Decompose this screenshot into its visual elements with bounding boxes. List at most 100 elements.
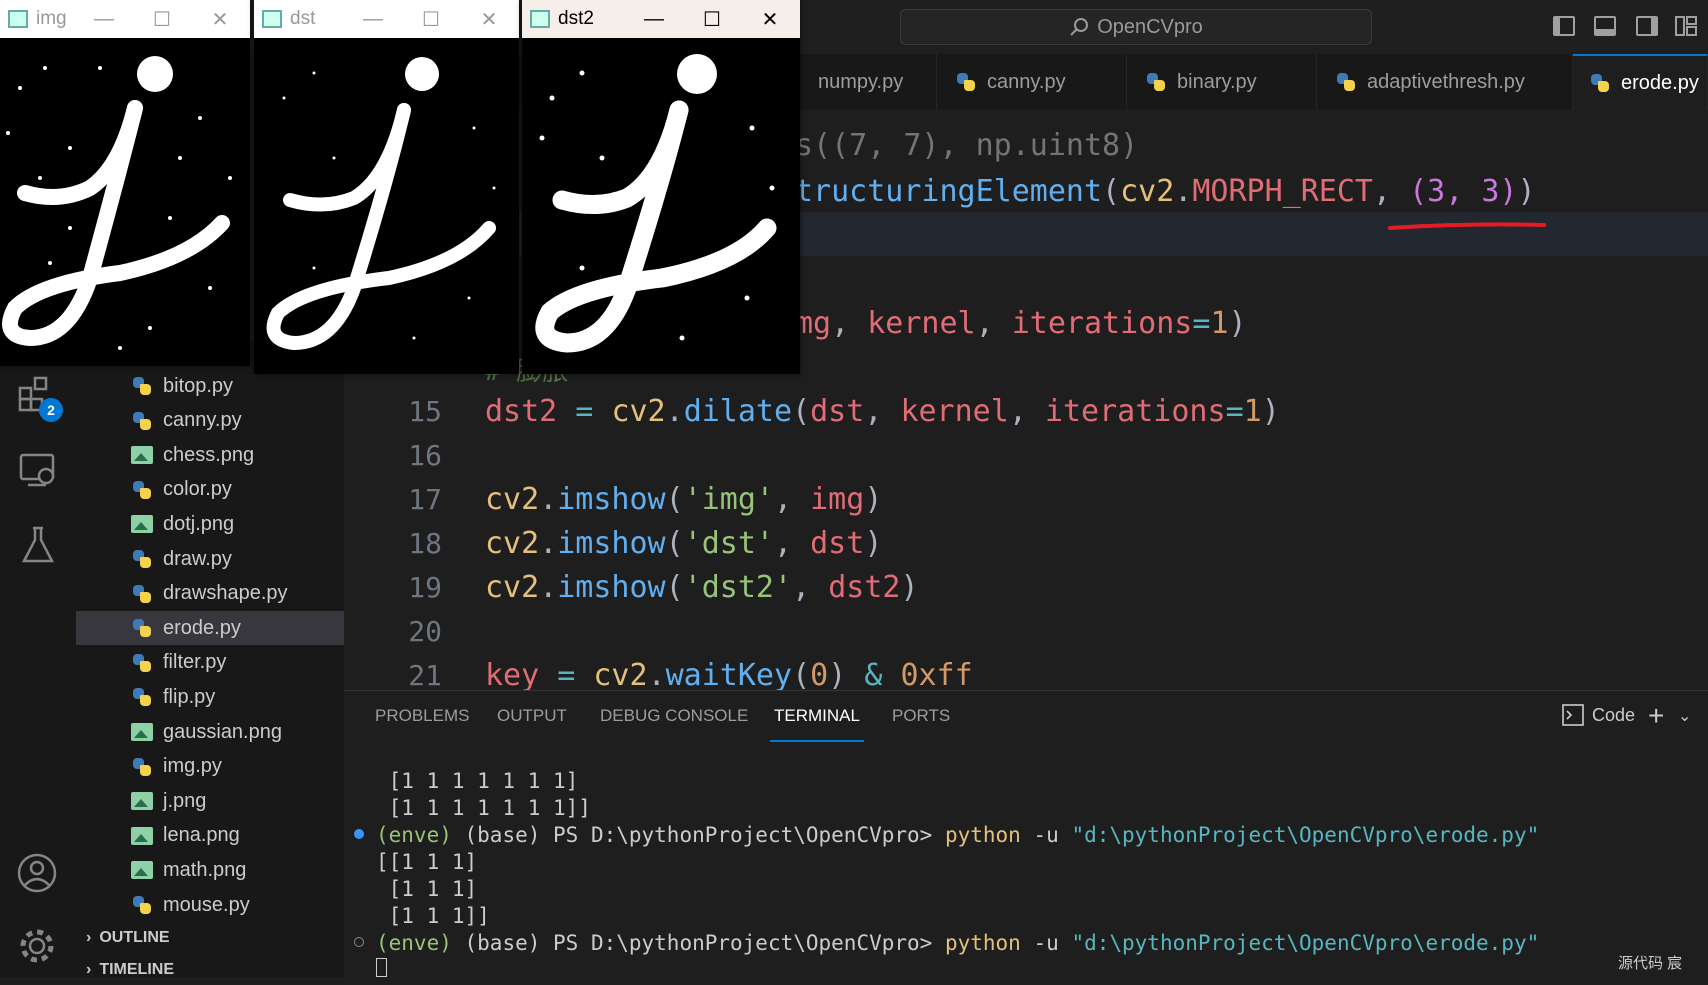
python-file-icon bbox=[131, 686, 153, 708]
panel-tab-problems[interactable]: PROBLEMS bbox=[375, 706, 469, 740]
chevron-down-icon[interactable]: ⌄ bbox=[1678, 706, 1691, 726]
terminal-prompt-line: (enve) (base) PS D:\pythonProject\OpenCV… bbox=[376, 823, 1540, 847]
line-number: 15 bbox=[408, 395, 442, 428]
terminal-profile[interactable]: Code bbox=[1562, 704, 1635, 726]
tab-canny[interactable]: canny.py bbox=[937, 54, 1127, 110]
new-terminal-plus-icon[interactable]: + bbox=[1648, 700, 1664, 732]
file-item[interactable]: bitop.py bbox=[76, 369, 344, 403]
outline-section[interactable]: › OUTLINE bbox=[76, 923, 344, 953]
file-name: color.py bbox=[163, 478, 232, 501]
settings-gear-icon[interactable] bbox=[16, 925, 58, 967]
code-line-18: cv2.imshow('dst', dst) bbox=[485, 526, 883, 561]
cv-window-img[interactable]: img — ☐ ✕ bbox=[0, 0, 250, 366]
file-name: erode.py bbox=[163, 616, 241, 639]
panel-tab-output[interactable]: OUTPUT bbox=[497, 706, 567, 740]
image-file-icon bbox=[131, 515, 153, 534]
file-item[interactable]: canny.py bbox=[76, 404, 344, 438]
minimize-icon[interactable]: — bbox=[76, 0, 132, 38]
code-line-erode: mg, kernel, iterations=1) bbox=[795, 306, 1247, 341]
maximize-icon[interactable]: ☐ bbox=[403, 0, 459, 38]
chevron-right-icon: › bbox=[86, 929, 92, 946]
file-item[interactable]: filter.py bbox=[76, 646, 344, 680]
file-item[interactable]: erode.py bbox=[76, 611, 344, 646]
python-file-icon bbox=[131, 548, 153, 570]
tab-label: binary.py bbox=[1177, 70, 1257, 93]
close-icon[interactable]: ✕ bbox=[192, 0, 248, 38]
toggle-secondary-sidebar-icon[interactable] bbox=[1636, 16, 1658, 36]
watermark: 源代码 宸 bbox=[1618, 955, 1683, 972]
file-item[interactable]: draw.py bbox=[76, 542, 344, 576]
file-item[interactable]: color.py bbox=[76, 473, 344, 507]
file-name: gaussian.png bbox=[163, 720, 282, 743]
tab-binary[interactable]: binary.py bbox=[1127, 54, 1317, 110]
file-item[interactable]: drawshape.py bbox=[76, 577, 344, 611]
python-file-icon bbox=[1145, 71, 1167, 93]
minimize-icon[interactable]: — bbox=[626, 0, 682, 38]
python-file-icon bbox=[131, 583, 153, 605]
cv-window-dst[interactable]: dst — ☐ ✕ bbox=[254, 0, 519, 374]
code-line-15: dst2 = cv2.dilate(dst, kernel, iteration… bbox=[485, 394, 1280, 429]
timeline-section[interactable]: › TIMELINE bbox=[76, 955, 344, 985]
maximize-icon[interactable]: ☐ bbox=[134, 0, 190, 38]
customize-layout-icon[interactable] bbox=[1675, 16, 1697, 36]
file-name: draw.py bbox=[163, 547, 232, 570]
minimize-icon[interactable]: — bbox=[345, 0, 401, 38]
file-item[interactable]: gaussian.png bbox=[76, 715, 344, 749]
panel-tab-debug-console[interactable]: DEBUG CONSOLE bbox=[600, 706, 748, 740]
file-name: canny.py bbox=[163, 409, 242, 432]
line-number: 19 bbox=[408, 571, 442, 604]
close-icon[interactable]: ✕ bbox=[461, 0, 517, 38]
extensions-badge: 2 bbox=[39, 398, 63, 422]
tab-label: adaptivethresh.py bbox=[1367, 70, 1525, 93]
image-file-icon bbox=[131, 792, 153, 811]
file-item[interactable]: flip.py bbox=[76, 680, 344, 714]
chevron-right-icon: › bbox=[86, 961, 92, 978]
file-item[interactable]: chess.png bbox=[76, 438, 344, 472]
line-number: 17 bbox=[408, 483, 442, 516]
search-icon bbox=[1070, 18, 1089, 36]
toggle-panel-icon[interactable] bbox=[1594, 16, 1616, 36]
tab-numpy[interactable]: numpy.py bbox=[800, 54, 937, 110]
python-file-icon bbox=[131, 410, 153, 432]
image-file-icon bbox=[131, 723, 153, 741]
cv-window-dst2[interactable]: dst2 — ☐ ✕ bbox=[522, 0, 800, 374]
python-file-icon bbox=[131, 756, 153, 778]
file-name: j.png bbox=[163, 789, 207, 812]
remote-explorer-icon[interactable] bbox=[18, 450, 58, 490]
file-item[interactable]: img.py bbox=[76, 750, 344, 784]
terminal-cursor[interactable] bbox=[376, 958, 387, 977]
line-number: 20 bbox=[408, 615, 442, 648]
window-icon bbox=[8, 10, 28, 28]
terminal-icon bbox=[1562, 704, 1584, 726]
file-item[interactable]: mouse.py bbox=[76, 888, 344, 922]
line-number: 16 bbox=[408, 439, 442, 472]
red-annotation-underline bbox=[1388, 222, 1546, 230]
tab-adaptivethresh[interactable]: adaptivethresh.py bbox=[1317, 54, 1573, 110]
panel-tab-terminal[interactable]: TERMINAL bbox=[770, 706, 864, 742]
file-item[interactable]: lena.png bbox=[76, 819, 344, 853]
python-file-icon bbox=[955, 71, 977, 93]
close-icon[interactable]: ✕ bbox=[742, 0, 798, 38]
tab-erode[interactable]: erode.py bbox=[1573, 54, 1708, 110]
toggle-sidebar-icon[interactable] bbox=[1553, 16, 1575, 36]
file-name: mouse.py bbox=[163, 893, 250, 916]
file-item[interactable]: j.png bbox=[76, 784, 344, 818]
j-letter-image bbox=[535, 54, 777, 353]
account-icon[interactable] bbox=[16, 852, 58, 894]
maximize-icon[interactable]: ☐ bbox=[684, 0, 740, 38]
file-item[interactable]: math.png bbox=[76, 853, 344, 887]
image-file-icon bbox=[131, 446, 153, 465]
testing-flask-icon[interactable] bbox=[20, 525, 56, 565]
file-item[interactable]: dotj.png bbox=[76, 507, 344, 541]
image-file-icon bbox=[131, 861, 153, 880]
tab-label: numpy.py bbox=[818, 70, 904, 93]
python-file-icon bbox=[131, 617, 153, 639]
file-name: filter.py bbox=[163, 651, 227, 674]
terminal-output-line: [[1 1 1] bbox=[376, 850, 478, 874]
timeline-label: TIMELINE bbox=[99, 961, 174, 978]
command-center-search[interactable]: OpenCVpro bbox=[900, 9, 1372, 45]
file-name: dotj.png bbox=[163, 512, 235, 535]
j-letter-image bbox=[266, 57, 496, 351]
panel-tab-ports[interactable]: PORTS bbox=[892, 706, 950, 740]
file-name: flip.py bbox=[163, 685, 216, 708]
